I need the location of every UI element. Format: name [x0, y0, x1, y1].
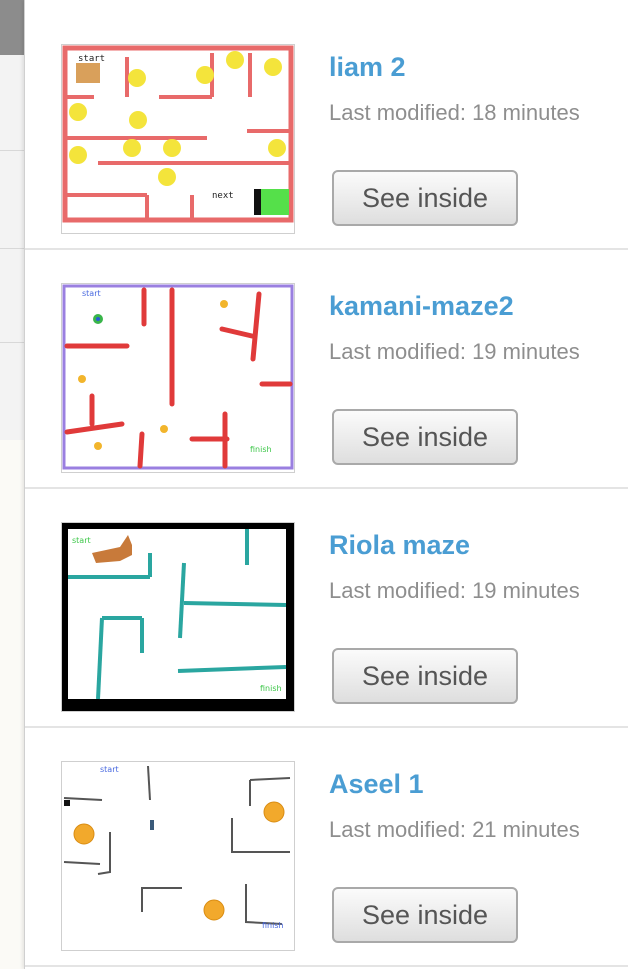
project-title-link[interactable]: Riola maze [329, 530, 470, 561]
project-title-link[interactable]: Aseel 1 [329, 769, 424, 800]
project-title-link[interactable]: kamani-maze2 [329, 291, 514, 322]
svg-text:finish: finish [262, 921, 284, 930]
svg-text:start: start [78, 54, 105, 64]
maze-thumbnail-image: start next [62, 45, 294, 223]
project-thumbnail[interactable]: start next [61, 44, 295, 234]
project-list: start next liam 2 Last modified: 18 minu… [24, 0, 628, 969]
sidebar-divider [0, 150, 24, 151]
svg-text:start: start [100, 765, 119, 774]
see-inside-button[interactable]: See inside [332, 648, 518, 704]
svg-text:start: start [82, 289, 101, 298]
left-sidebar [0, 0, 24, 969]
maze-thumbnail-image: start finish [62, 523, 294, 711]
project-thumbnail[interactable]: start finish [61, 761, 295, 951]
maze-thumbnail-image: start finish [62, 284, 294, 470]
svg-text:finish: finish [260, 684, 282, 693]
last-modified-text: Last modified: 18 minutes [329, 100, 580, 125]
svg-text:start: start [72, 536, 91, 545]
svg-text:next: next [212, 191, 234, 201]
svg-text:finish: finish [250, 445, 272, 454]
project-item: start finish Aseel 1 Last modified: 21 m… [25, 727, 628, 967]
project-title-link[interactable]: liam 2 [329, 52, 406, 83]
page: start next liam 2 Last modified: 18 minu… [0, 0, 628, 969]
sidebar-header [0, 0, 24, 55]
project-thumbnail[interactable]: start finish [61, 283, 295, 473]
last-modified-text: Last modified: 19 minutes [329, 578, 580, 603]
project-item: start finish kamani-maze2 Last modified:… [25, 249, 628, 489]
project-item: start finish Riola maze Last modified: 1… [25, 488, 628, 728]
see-inside-button[interactable]: See inside [332, 409, 518, 465]
see-inside-button[interactable]: See inside [332, 887, 518, 943]
see-inside-button[interactable]: See inside [332, 170, 518, 226]
sidebar-divider [0, 342, 24, 343]
maze-thumbnail-image: start finish [62, 762, 294, 950]
last-modified-text: Last modified: 21 minutes [329, 817, 580, 842]
project-thumbnail[interactable]: start finish [61, 522, 295, 712]
sidebar-divider [0, 248, 24, 249]
project-item: start next liam 2 Last modified: 18 minu… [25, 10, 628, 250]
last-modified-text: Last modified: 19 minutes [329, 339, 580, 364]
